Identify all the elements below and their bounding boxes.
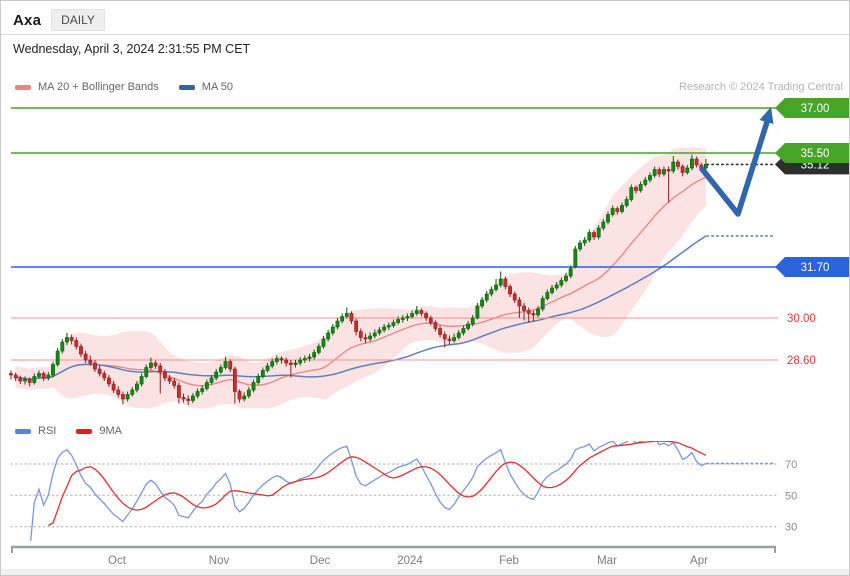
rsi-scale-30: 30 bbox=[785, 522, 797, 534]
rsi-scale-70: 70 bbox=[785, 459, 797, 471]
forecast-arrow bbox=[702, 107, 774, 214]
month-label-2024: 2024 bbox=[397, 555, 423, 567]
chart-datetime: Wednesday, April 3, 2024 2:31:55 PM CET bbox=[13, 42, 250, 56]
svg-text:37.00: 37.00 bbox=[801, 103, 830, 115]
price-and-rsi-chart-canvas[interactable]: 37.0035.1235.5031.7030.0028.60705030OctN… bbox=[1, 97, 850, 575]
chart-header: Axa DAILY bbox=[13, 8, 105, 32]
legend-item-ma20-bollinger: MA 20 + Bollinger Bands bbox=[15, 81, 159, 93]
month-label-apr: Apr bbox=[690, 555, 708, 567]
rsi-panel: 70 50 30 bbox=[11, 437, 797, 551]
instrument-title: Axa bbox=[13, 12, 41, 29]
header-divider bbox=[1, 34, 849, 35]
time-axis: Oct Nov Dec 2024 Feb Mar Apr bbox=[11, 546, 776, 567]
legend-label: MA 20 + Bollinger Bands bbox=[38, 81, 159, 93]
month-label-mar: Mar bbox=[597, 555, 617, 567]
ma20-bollinger-swatch-icon bbox=[15, 85, 31, 90]
timeframe-badge[interactable]: DAILY bbox=[51, 9, 105, 31]
main-chart-legend: MA 20 + Bollinger Bands MA 50 bbox=[15, 81, 245, 93]
rsi-scale-50: 50 bbox=[785, 490, 797, 502]
month-label-oct: Oct bbox=[108, 555, 127, 567]
legend-item-ma50: MA 50 bbox=[179, 81, 233, 93]
svg-text:35.50: 35.50 bbox=[801, 148, 830, 160]
month-label-feb: Feb bbox=[499, 555, 519, 567]
month-label-dec: Dec bbox=[310, 555, 331, 567]
bottom-strip bbox=[1, 569, 849, 575]
svg-text:31.70: 31.70 bbox=[801, 262, 830, 274]
trading-central-chart-widget: Axa DAILY Wednesday, April 3, 2024 2:31:… bbox=[0, 0, 850, 576]
rsi-line bbox=[30, 437, 706, 551]
price-label-28.60: 28.60 bbox=[787, 355, 816, 367]
research-attribution: Research © 2024 Trading Central bbox=[679, 81, 843, 93]
month-label-nov: Nov bbox=[209, 555, 230, 567]
ma50-swatch-icon bbox=[179, 85, 195, 90]
legend-label: MA 50 bbox=[202, 81, 233, 93]
price-label-30.00: 30.00 bbox=[787, 313, 816, 325]
